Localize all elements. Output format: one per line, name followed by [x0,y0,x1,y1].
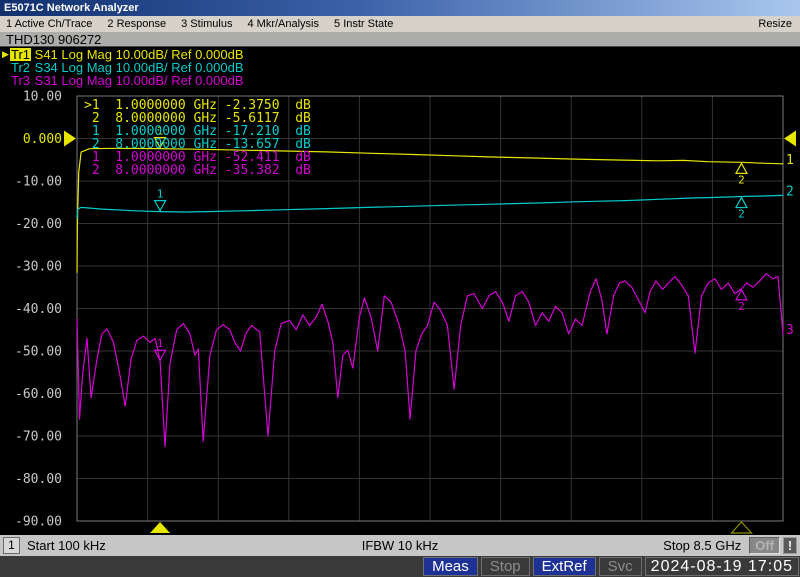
y-axis-label: -30.00 [15,260,62,275]
stimulus-marker-hollow-icon [730,521,753,534]
title-label-bar: THD130 906272 [0,32,800,47]
menu-mkr-analysis[interactable]: 4 Mkr/Analysis [247,18,319,30]
y-axis-label: 10.00 [23,90,62,105]
trace-desc-tr3: S31 Log Mag 10.00dB/ Ref 0.000dB [31,73,244,88]
window-title: E5071C Network Analyzer [4,2,139,14]
status-extref: ExtRef [532,557,596,576]
marker-number-label: 2 [738,208,745,221]
trace-id-tr3: Tr3 [11,73,31,88]
trace-definition-tr3[interactable]: Tr3 S31 Log Mag 10.00dB/ Ref 0.000dB [2,74,244,87]
y-axis-label: -20.00 [15,217,62,232]
stop-group: Stop 8.5 GHz Off ! [663,537,797,554]
marker-number-label: 1 [157,188,164,201]
marker-readout-table: >1 1.0000000 GHz -2.3750 dB 2 8.0000000 GHz -5.… [84,99,311,177]
menu-stimulus[interactable]: 3 Stimulus [181,18,232,30]
y-axis-label: -80.00 [15,472,62,487]
trace-number-label: 2 [786,184,794,199]
status-stop: Stop [480,557,530,576]
y-axis-label: -60.00 [15,387,62,402]
y-axis-label: -40.00 [15,302,62,317]
trace-definitions: ▶ Tr1 S41 Log Mag 10.00dB/ Ref 0.000dB T… [2,48,244,87]
y-axis-label: -70.00 [15,430,62,445]
sweep-status-bar: 1 Start 100 kHz IFBW 10 kHz Stop 8.5 GHz… [0,535,800,556]
resize-button[interactable]: Resize [758,18,792,30]
ref-level-arrow-left-icon [64,130,76,147]
stop-frequency-label: Stop 8.5 GHz [663,538,742,553]
start-frequency-label: Start 100 kHz [27,538,106,553]
menu-response[interactable]: 2 Response [107,18,166,30]
y-axis-label: -50.00 [15,345,62,360]
channel-indicator: 1 [3,537,20,554]
marker-number-label: 2 [738,300,745,313]
marker-triangle-icon [153,200,167,212]
status-meas: Meas [423,557,478,576]
window-titlebar: E5071C Network Analyzer [0,0,800,16]
y-axis-label: 0.000 [23,132,62,147]
active-trace-arrow-icon: ▶ [2,49,9,59]
ref-level-arrow-right-icon [784,130,796,147]
status-datetime: 2024-08-19 17:05 [644,557,799,576]
arrow-placeholder [2,61,10,74]
trace-number-label: 3 [786,323,794,338]
marker-number-label: 2 [738,173,745,186]
menu-bar: 1 Active Ch/Trace 2 Response 3 Stimulus … [0,16,800,32]
marker-number-label: 1 [157,337,164,350]
marker-row: 2 8.0000000 GHz -35.382 dB [91,163,311,178]
menu-instr-state[interactable]: 5 Instr State [334,18,393,30]
measurement-title: THD130 906272 [6,32,102,47]
analyzer-window: E5071C Network Analyzer 1 Active Ch/Trac… [0,0,800,577]
menu-active-ch-trace[interactable]: 1 Active Ch/Trace [6,18,92,30]
system-status-bar: Meas Stop ExtRef Svc 2024-08-19 17:05 [0,556,800,577]
marker-triangle-icon [734,162,748,174]
trace-number-label: 1 [786,153,794,168]
y-axis-label: -90.00 [15,515,62,530]
marker-triangle-icon [734,196,748,209]
off-indicator: Off [749,537,780,554]
status-svc: Svc [598,557,642,576]
alert-icon: ! [783,537,797,554]
arrow-placeholder [2,74,10,87]
y-axis-label: -10.00 [15,175,62,190]
instrument-screen: ▶ Tr1 S41 Log Mag 10.00dB/ Ref 0.000dB T… [0,47,800,535]
stimulus-marker-filled-icon [150,522,171,533]
